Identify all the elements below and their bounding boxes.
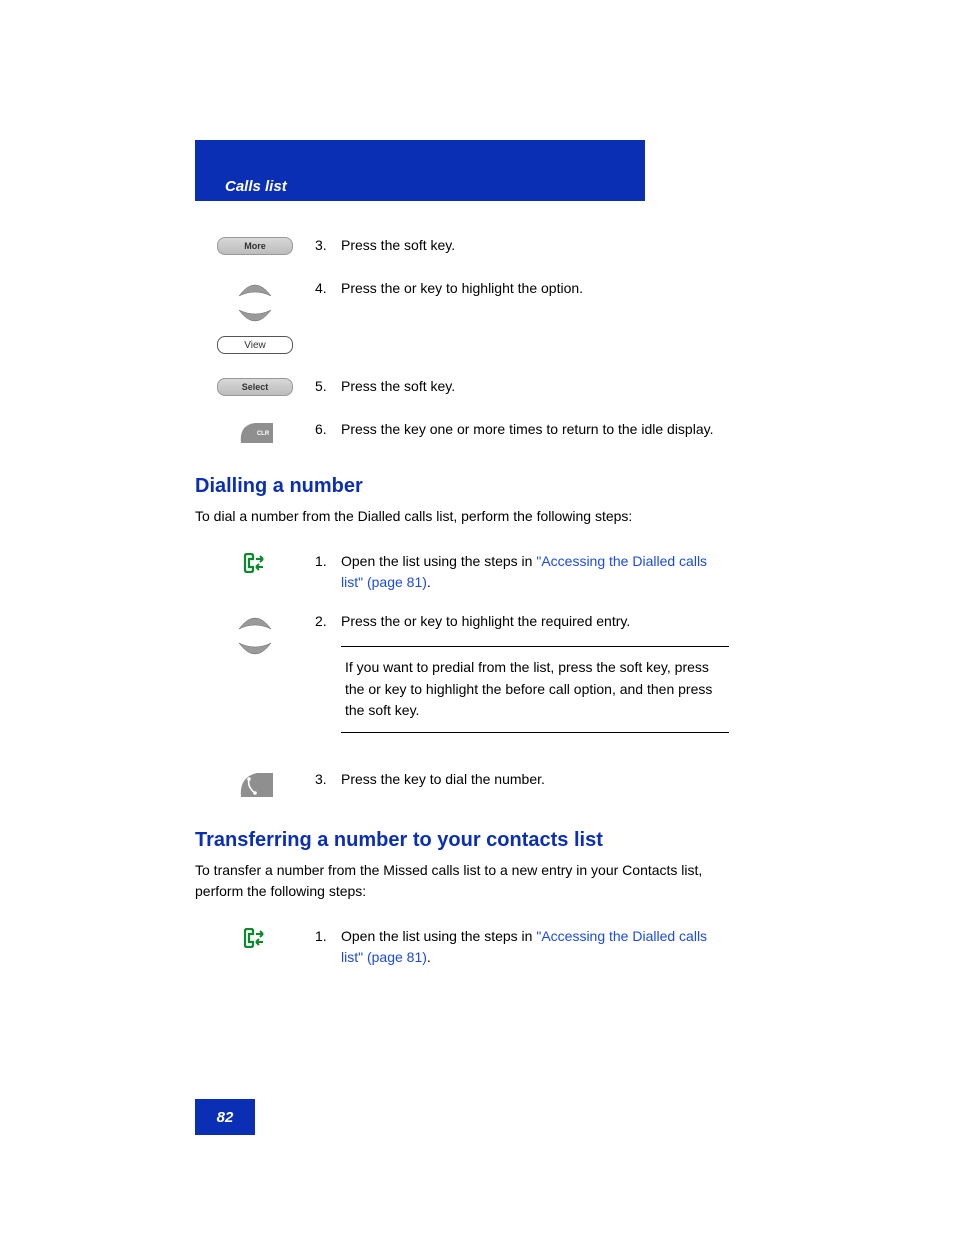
step-number: 1. [315, 551, 341, 572]
page-header: Calls list [195, 140, 645, 201]
call-key-icon [235, 771, 275, 799]
dialling-heading: Dialling a number [195, 475, 759, 498]
step-row: CLR 6. Press the key one or more times t… [195, 419, 759, 445]
step-row: More 3. Press the soft key. [195, 235, 759, 256]
step-row: 3. Press the key to dial the number. [195, 769, 759, 799]
select-softkey-icon: Select [217, 378, 293, 396]
transfer-steps: 1. Open the list using the steps in "Acc… [195, 926, 759, 968]
dialling-steps: 1. Open the list using the steps in "Acc… [195, 551, 759, 799]
step-row: 2. Press the or key to highlight the req… [195, 611, 759, 751]
step-number: 2. [315, 611, 341, 632]
step-text: Open the list using the steps in "Access… [341, 926, 759, 968]
svg-text:CLR: CLR [257, 431, 270, 437]
step-number: 1. [315, 926, 341, 947]
nav-down-icon [235, 308, 275, 326]
step-text: Open the list using the steps in "Access… [341, 551, 759, 593]
step-row: 1. Open the list using the steps in "Acc… [195, 551, 759, 593]
step-row: View 4. Press the or key to highlight th… [195, 278, 759, 354]
step-number: 6. [315, 419, 341, 440]
nav-down-icon [235, 641, 275, 659]
step-number: 4. [315, 278, 341, 299]
nav-up-icon [235, 280, 275, 298]
step-number: 3. [315, 769, 341, 790]
transfer-heading: Transferring a number to your contacts l… [195, 829, 759, 852]
step-row: 1. Open the list using the steps in "Acc… [195, 926, 759, 968]
nav-up-icon [235, 613, 275, 631]
step-text: Press the soft key. [341, 235, 759, 256]
step-number: 5. [315, 376, 341, 397]
clr-key-icon: CLR [235, 421, 275, 445]
step-number: 3. [315, 235, 341, 256]
dialled-calls-icon [241, 928, 269, 948]
step-text: Press the soft key. [341, 376, 759, 397]
step-row: Select 5. Press the soft key. [195, 376, 759, 397]
step-text: Press the key one or more times to retur… [341, 419, 759, 440]
header-title: Calls list [225, 178, 287, 195]
dialling-intro: To dial a number from the Dialled calls … [195, 506, 759, 527]
dialled-calls-icon [241, 553, 269, 573]
step-text: Press the or key to highlight the option… [341, 278, 759, 299]
step-text: Press the key to dial the number. [341, 769, 759, 790]
step-text: Press the or key to highlight the requir… [341, 611, 729, 632]
view-softkey-icon: View [217, 336, 293, 354]
page-number: 82 [195, 1099, 255, 1135]
tip-note: If you want to predial from the list, pr… [341, 646, 729, 733]
transfer-intro: To transfer a number from the Missed cal… [195, 860, 759, 902]
section1-steps: More 3. Press the soft key. View 4. Pres… [195, 235, 759, 445]
more-softkey-icon: More [217, 237, 293, 255]
